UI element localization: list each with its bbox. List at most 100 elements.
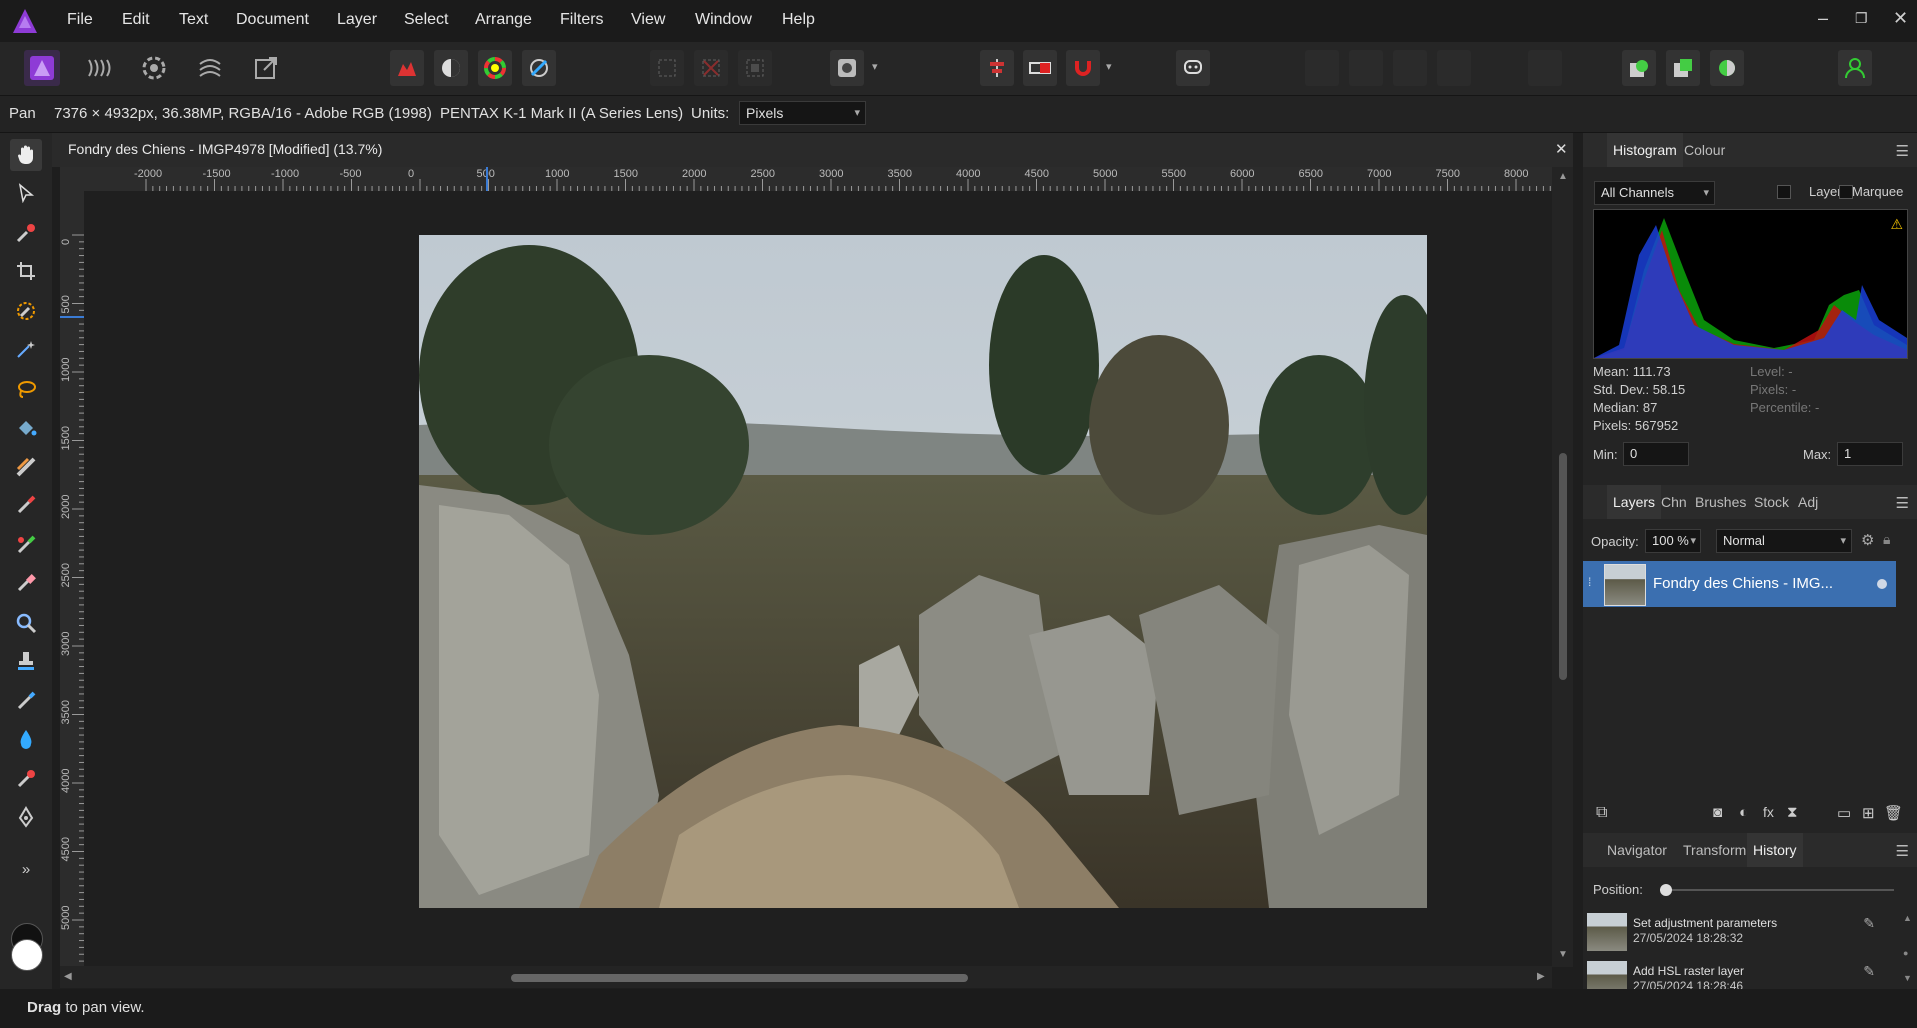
menu-file[interactable]: File [67, 11, 93, 29]
units-dropdown[interactable]: Pixels ▾ [739, 101, 866, 125]
panel-menu-icon[interactable]: ☰ [1896, 142, 1909, 160]
erase-brush-tool-icon[interactable] [10, 567, 42, 599]
inpainting-brush-tool-icon[interactable] [10, 685, 42, 717]
arrange-back-icon[interactable] [1305, 50, 1339, 86]
add-pixel-layer-icon[interactable]: ⊞ [1862, 804, 1875, 822]
liquify-persona-icon[interactable] [80, 50, 116, 86]
layer-row-selected[interactable]: ⁞ Fondry des Chiens - IMG... [1583, 561, 1896, 607]
dodge-brush-tool-icon[interactable] [10, 763, 42, 795]
add-fx-icon[interactable]: fx [1763, 804, 1774, 820]
lock-icon[interactable]: 🔒︎ [1883, 531, 1890, 548]
develop-persona-icon[interactable] [136, 50, 172, 86]
menu-document[interactable]: Document [236, 11, 309, 29]
history-item[interactable]: Set adjustment parameters 27/05/2024 18:… [1583, 909, 1903, 955]
scroll-up-icon[interactable]: ▲ [1558, 171, 1568, 182]
snapping-dropdown-icon[interactable]: ▾ [1106, 60, 1120, 76]
max-field[interactable]: 1 [1837, 442, 1903, 466]
tab-adjustments[interactable]: Adj [1798, 494, 1818, 510]
document-photo[interactable] [419, 235, 1444, 908]
min-field[interactable]: 0 [1623, 442, 1689, 466]
assistant-icon[interactable] [1176, 50, 1210, 86]
flip-icon[interactable] [1528, 50, 1562, 86]
history-item[interactable]: Add HSL raster layer 27/05/2024 18:28:46… [1583, 957, 1903, 989]
invert-selection-icon[interactable] [738, 50, 772, 86]
tab-channels[interactable]: Chn [1661, 494, 1687, 510]
align-icon[interactable] [980, 50, 1014, 86]
menu-filters[interactable]: Filters [560, 11, 604, 29]
scroll-right-icon[interactable]: ▶ [1537, 971, 1545, 982]
photo-persona-icon[interactable] [24, 50, 60, 86]
marquee-selection-icon[interactable] [650, 50, 684, 86]
menu-text[interactable]: Text [179, 11, 208, 29]
tab-history[interactable]: History [1747, 833, 1803, 867]
deselect-icon[interactable] [694, 50, 728, 86]
restore-icon[interactable]: ❐ [1855, 10, 1868, 27]
close-window-icon[interactable]: ✕ [1893, 8, 1908, 29]
panel-menu-icon[interactable]: ☰ [1896, 494, 1909, 512]
menu-arrange[interactable]: Arrange [475, 11, 532, 29]
scroll-left-icon[interactable]: ◀ [64, 971, 72, 982]
layer-checkbox[interactable] [1777, 185, 1791, 199]
menu-view[interactable]: View [631, 11, 665, 29]
horizontal-scroll-thumb[interactable] [511, 974, 968, 982]
arrange-front-icon[interactable] [1437, 50, 1471, 86]
crop-tool-icon[interactable] [10, 255, 42, 287]
hand-tool-icon[interactable] [10, 139, 42, 171]
tab-brushes[interactable]: Brushes [1695, 494, 1746, 510]
tab-transform[interactable]: Transform [1683, 842, 1746, 858]
blend-options-gear-icon[interactable]: ⚙ [1861, 531, 1874, 549]
tab-colour[interactable]: Colour [1684, 142, 1725, 158]
layer-visibility-icon[interactable] [1877, 579, 1887, 589]
paint-brush-tool-icon[interactable] [10, 489, 42, 521]
snapping-icon[interactable] [1023, 50, 1057, 86]
colour-replacement-brush-icon[interactable] [10, 529, 42, 561]
account-user-icon[interactable] [1838, 50, 1872, 86]
magnet-snapping-icon[interactable] [1066, 50, 1100, 86]
horizontal-scrollbar[interactable]: ◀ ▶ [60, 966, 1552, 988]
minimize-icon[interactable]: – [1818, 8, 1828, 29]
menu-help[interactable]: Help [782, 11, 815, 29]
delete-layer-icon[interactable]: 🗑︎ [1884, 804, 1903, 822]
auto-colours-icon[interactable] [478, 50, 512, 86]
flood-select-tool-icon[interactable] [10, 333, 42, 365]
tab-histogram[interactable]: Histogram [1607, 133, 1683, 167]
adjustment-layer-icon[interactable] [1710, 50, 1744, 86]
arrange-forward-icon[interactable] [1393, 50, 1427, 86]
snapshot-icon[interactable]: ✎ [1863, 915, 1875, 932]
history-scroll-down-icon[interactable]: ▼ [1903, 973, 1912, 983]
marquee-checkbox[interactable] [1839, 185, 1853, 199]
live-filter-icon[interactable]: ⧗ [1787, 804, 1798, 821]
history-position-slider[interactable] [1660, 884, 1672, 896]
clone-brush-tool-icon[interactable] [10, 645, 42, 677]
zoom-tool-icon[interactable] [10, 607, 42, 639]
gradient-tool-icon[interactable] [10, 451, 42, 483]
quick-mask-icon[interactable] [830, 50, 864, 86]
close-document-icon[interactable]: ✕ [1555, 140, 1568, 158]
layer-options-icon[interactable]: ⧉ [1596, 804, 1607, 822]
auto-contrast-icon[interactable] [434, 50, 468, 86]
more-tools-icon[interactable]: » [10, 853, 42, 885]
history-scroll-dot-icon[interactable]: ● [1903, 948, 1908, 958]
tab-navigator[interactable]: Navigator [1607, 842, 1667, 858]
add-group-icon[interactable]: ▭ [1837, 804, 1851, 822]
colour-picker-tool-icon[interactable] [10, 217, 42, 249]
drag-handle-icon[interactable]: ⁞ [1588, 575, 1591, 589]
menu-window[interactable]: Window [695, 11, 752, 29]
document-tab[interactable]: Fondry des Chiens - IMGP4978 [Modified] … [52, 133, 1573, 167]
snapshot-icon[interactable]: ✎ [1863, 963, 1875, 980]
tab-stock[interactable]: Stock [1754, 494, 1789, 510]
add-mask-icon[interactable]: ◙ [1713, 804, 1722, 821]
auto-levels-icon[interactable] [390, 50, 424, 86]
add-pixel-layer-icon[interactable] [1666, 50, 1700, 86]
move-tool-icon[interactable] [10, 177, 42, 209]
scroll-down-icon[interactable]: ▼ [1558, 949, 1568, 960]
arrange-backward-icon[interactable] [1349, 50, 1383, 86]
add-adjustment-icon[interactable]: ◐ [1739, 804, 1748, 821]
menu-edit[interactable]: Edit [122, 11, 150, 29]
history-scroll-up-icon[interactable]: ▲ [1903, 913, 1912, 923]
vertical-scrollbar[interactable]: ▲ ▼ [1552, 167, 1573, 967]
flood-fill-tool-icon[interactable] [10, 413, 42, 445]
tone-mapping-persona-icon[interactable] [192, 50, 228, 86]
panel-menu-icon[interactable]: ☰ [1896, 842, 1909, 860]
pen-tool-icon[interactable] [10, 801, 42, 833]
